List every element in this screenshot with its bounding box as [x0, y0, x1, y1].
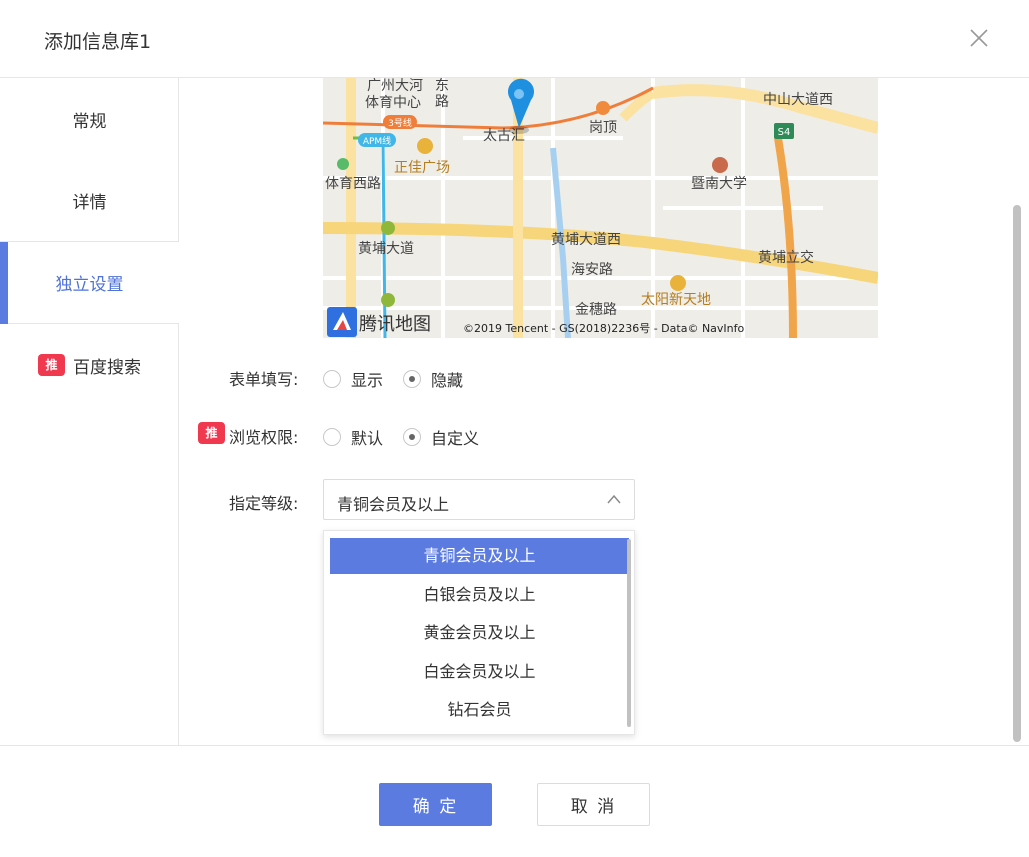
sidebar-item-baidu-search[interactable]: 推 百度搜索 [0, 324, 179, 406]
permission-custom-radio[interactable]: 自定义 [403, 425, 479, 449]
map-label: 广州大河 [367, 78, 423, 94]
dialog-header: 添加信息库1 [0, 0, 1029, 78]
level-option[interactable]: 黄金会员及以上 [330, 615, 629, 651]
sidebar-item-label: 独立设置 [55, 275, 124, 295]
map-label: 太阳新天地 [641, 292, 711, 308]
radio-label: 自定义 [431, 429, 480, 448]
form-permission-label: 浏览权限: [229, 428, 299, 447]
level-select-value: 青铜会员及以上 [337, 495, 450, 514]
highway-s4-label: S4 [778, 127, 791, 138]
level-select[interactable]: 青铜会员及以上 [323, 479, 635, 520]
level-option[interactable]: 青铜会员及以上 [330, 538, 629, 574]
sidebar-item-label: 详情 [72, 193, 107, 213]
fill-show-radio[interactable]: 显示 [323, 367, 383, 391]
level-option[interactable]: 白银会员及以上 [330, 577, 629, 613]
map-label: 岗顶 [589, 120, 617, 136]
form-level-label: 指定等级: [229, 494, 299, 513]
map-label: 黄埔大道 [358, 240, 414, 257]
dialog-title: 添加信息库1 [44, 31, 152, 53]
sidebar: 常规 详情 独立设置 推 百度搜索 [0, 78, 179, 745]
radio-label: 显示 [351, 371, 384, 390]
radio-label: 隐藏 [431, 371, 464, 390]
map-label: 黄埔大道西 [551, 231, 621, 248]
map-label: 体育西路 [325, 176, 381, 192]
sidebar-item-details[interactable]: 详情 [0, 160, 179, 242]
sidebar-item-label: 常规 [72, 111, 107, 132]
cancel-button[interactable]: 取 消 [537, 783, 650, 826]
chevron-up-icon [607, 494, 621, 504]
map-label: 路 [435, 94, 449, 110]
form-fill-label: 表单填写: [229, 370, 299, 389]
map-label: 海安路 [571, 262, 613, 278]
level-option[interactable]: 白金会员及以上 [330, 654, 629, 690]
sidebar-item-independent-settings[interactable]: 独立设置 [0, 242, 179, 324]
map-label: 金穗路 [575, 302, 617, 318]
radio-unchecked-icon [323, 428, 341, 446]
level-option[interactable]: 钻石会员 [330, 692, 629, 728]
radio-checked-icon [403, 370, 421, 388]
fill-hide-radio[interactable]: 隐藏 [403, 367, 463, 391]
map-label: 黄埔立交 [758, 249, 814, 266]
dropdown-scrollbar[interactable] [627, 539, 631, 727]
recommend-badge: 推 [38, 354, 65, 376]
map-label: 暨南大学 [691, 176, 747, 192]
map-canvas: 3号线 APM线 S4 广州大河 体育中心 东 路 岗顶 中山大道西 太古汇 正… [323, 78, 878, 338]
radio-checked-icon [403, 428, 421, 446]
map-copyright: ©2019 Tencent - GS(2018)2236号 - Data© Na… [463, 322, 745, 335]
apm-line-label: APM线 [363, 135, 391, 147]
sidebar-item-general[interactable]: 常规 [0, 78, 179, 160]
map-label: 东 [435, 78, 449, 94]
radio-unchecked-icon [323, 370, 341, 388]
permission-default-radio[interactable]: 默认 [323, 425, 383, 449]
metro-line-3-label: 3号线 [388, 117, 412, 129]
confirm-button[interactable]: 确 定 [379, 783, 492, 826]
content-scrollbar[interactable] [1013, 205, 1021, 742]
level-dropdown: 青铜会员及以上 白银会员及以上 黄金会员及以上 白金会员及以上 钻石会员 [323, 530, 635, 735]
close-icon[interactable] [966, 25, 992, 51]
recommend-badge: 推 [198, 422, 225, 444]
dialog-footer: 确 定 取 消 [0, 745, 1029, 857]
map-label: 正佳广场 [394, 160, 450, 176]
map-logo-text: 腾讯地图 [359, 314, 431, 335]
sidebar-item-label: 百度搜索 [73, 357, 141, 378]
map-label: 体育中心 [365, 95, 421, 111]
location-map[interactable]: 3号线 APM线 S4 广州大河 体育中心 东 路 岗顶 中山大道西 太古汇 正… [323, 78, 878, 338]
radio-label: 默认 [351, 429, 384, 448]
map-label: 中山大道西 [763, 92, 833, 108]
